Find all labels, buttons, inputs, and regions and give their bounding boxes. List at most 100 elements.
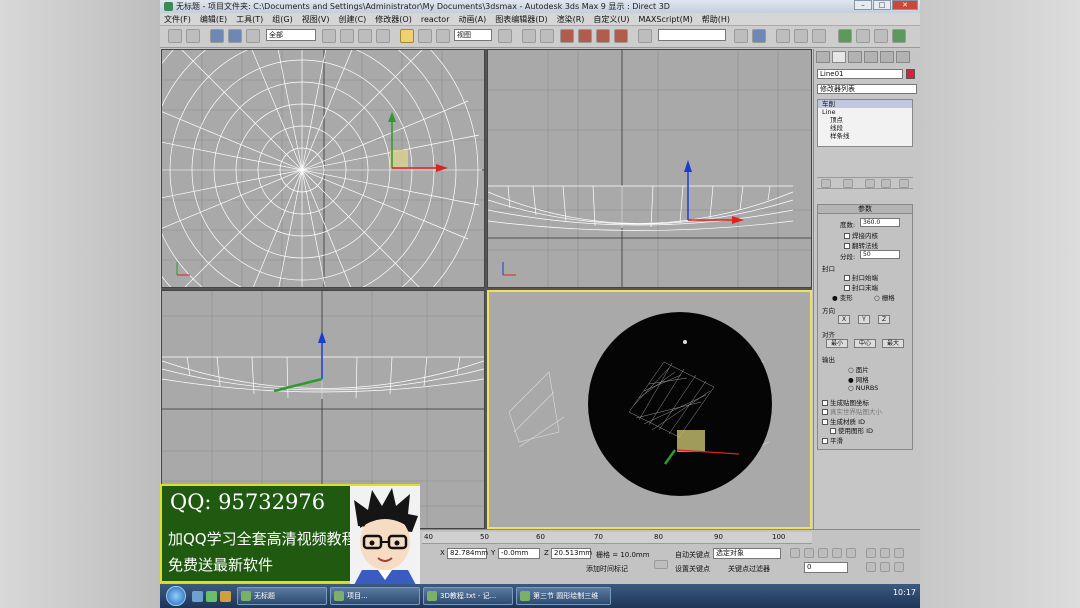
material-editor-icon[interactable] — [838, 29, 852, 43]
object-color-swatch[interactable] — [906, 69, 915, 79]
minimize-button[interactable]: – — [854, 0, 872, 10]
quicklaunch-ie-icon[interactable] — [192, 590, 203, 602]
layer-manager-icon[interactable] — [776, 29, 790, 43]
scale-icon[interactable] — [436, 29, 450, 43]
move-icon[interactable] — [400, 29, 414, 43]
cap-end-checkbox[interactable]: 封口末端 — [844, 282, 878, 292]
grid-radio[interactable]: ○ 栅格 — [874, 292, 895, 302]
quicklaunch-media-icon[interactable] — [206, 590, 217, 602]
remove-modifier-icon[interactable] — [881, 179, 891, 188]
key-filters-button[interactable]: 关键点过滤器 — [728, 564, 770, 574]
prev-frame-icon[interactable] — [804, 548, 814, 558]
menu-customize[interactable]: 自定义(U) — [593, 14, 629, 25]
mirror-icon[interactable] — [734, 29, 748, 43]
pivot-center-icon[interactable] — [498, 29, 512, 43]
modifier-list-dropdown[interactable]: 修改器列表 — [817, 84, 917, 94]
zoom-extents-icon[interactable] — [894, 548, 904, 558]
bind-space-warp-icon[interactable] — [246, 29, 260, 43]
menu-modifiers[interactable]: 修改器(O) — [375, 14, 412, 25]
menu-animation[interactable]: 动画(A) — [458, 14, 486, 25]
patch-radio[interactable]: ○ 面片 — [848, 364, 869, 374]
stack-item-segment[interactable]: 线段 — [818, 124, 912, 132]
direction-y-button[interactable]: Y — [858, 315, 870, 324]
spinner-snap-icon[interactable] — [614, 29, 628, 43]
orbit-icon[interactable] — [894, 562, 904, 572]
edit-named-selection-icon[interactable] — [638, 29, 652, 43]
create-tab-icon[interactable] — [816, 51, 830, 63]
viewport-top[interactable] — [161, 49, 485, 288]
current-frame-field[interactable]: 0 — [804, 562, 848, 573]
quicklaunch-folder-icon[interactable] — [220, 590, 231, 602]
hierarchy-tab-icon[interactable] — [848, 51, 862, 63]
use-shape-ids-checkbox[interactable]: 使用图形 ID — [830, 425, 873, 435]
show-end-result-icon[interactable] — [843, 179, 853, 188]
go-to-end-icon[interactable] — [846, 548, 856, 558]
rect-selection-icon[interactable] — [358, 29, 372, 43]
select-object-icon[interactable] — [322, 29, 336, 43]
smooth-checkbox[interactable]: 平滑 — [822, 435, 843, 445]
unlink-icon[interactable] — [228, 29, 242, 43]
keyboard-shortcut-icon[interactable] — [540, 29, 554, 43]
render-setup-icon[interactable] — [856, 29, 870, 43]
align-center-button[interactable]: 中心 — [854, 339, 876, 348]
align-max-button[interactable]: 最大 — [882, 339, 904, 348]
utilities-tab-icon[interactable] — [896, 51, 910, 63]
reference-coord-dropdown[interactable]: 视图 — [454, 29, 492, 41]
menu-file[interactable]: 文件(F) — [164, 14, 191, 25]
pan-icon[interactable] — [880, 562, 890, 572]
menu-rendering[interactable]: 渲染(R) — [557, 14, 585, 25]
play-icon[interactable] — [818, 548, 828, 558]
start-button[interactable] — [166, 586, 186, 606]
stack-item-spline[interactable]: 样条线 — [818, 132, 912, 140]
add-time-tag-label[interactable]: 添加时间标记 — [586, 564, 628, 574]
cap-start-checkbox[interactable]: 封口始端 — [844, 272, 878, 282]
select-by-name-icon[interactable] — [340, 29, 354, 43]
object-name-field[interactable]: Line01 — [817, 69, 903, 79]
modify-tab-icon[interactable] — [832, 51, 846, 63]
display-tab-icon[interactable] — [880, 51, 894, 63]
make-unique-icon[interactable] — [865, 179, 875, 188]
menu-views[interactable]: 视图(V) — [302, 14, 330, 25]
field-of-view-icon[interactable] — [866, 562, 876, 572]
key-icon[interactable] — [654, 560, 668, 569]
schematic-view-icon[interactable] — [812, 29, 826, 43]
render-teapot-icon[interactable] — [892, 29, 906, 43]
stack-item-lathe[interactable]: 车削 — [818, 100, 912, 108]
angle-snap-icon[interactable] — [578, 29, 592, 43]
stack-item-line[interactable]: Line — [818, 108, 912, 116]
menu-graph-editors[interactable]: 图表编辑器(D) — [495, 14, 547, 25]
morph-radio[interactable]: ● 变形 — [832, 292, 853, 302]
viewport-perspective[interactable] — [487, 290, 812, 529]
taskbar-item-max[interactable]: 无标题 — [237, 587, 327, 605]
curve-editor-icon[interactable] — [794, 29, 808, 43]
menu-group[interactable]: 组(G) — [272, 14, 292, 25]
select-manipulate-icon[interactable] — [522, 29, 536, 43]
menu-tools[interactable]: 工具(T) — [236, 14, 263, 25]
rotate-icon[interactable] — [418, 29, 432, 43]
zoom-all-icon[interactable] — [880, 548, 890, 558]
named-selection-dropdown[interactable] — [658, 29, 726, 41]
nurbs-radio[interactable]: ○ NURBS — [848, 384, 878, 392]
x-coord-field[interactable]: 82.784mm — [447, 548, 488, 559]
mesh-radio[interactable]: ● 网格 — [848, 374, 869, 384]
next-frame-icon[interactable] — [832, 548, 842, 558]
flip-normals-checkbox[interactable]: 翻转法线 — [844, 240, 878, 250]
degrees-spinner[interactable]: 360.0 — [860, 218, 900, 227]
align-icon[interactable] — [752, 29, 766, 43]
direction-x-button[interactable]: X — [838, 315, 850, 324]
link-icon[interactable] — [210, 29, 224, 43]
menu-create[interactable]: 创建(C) — [338, 14, 366, 25]
real-world-map-size-checkbox[interactable]: 真实世界贴图大小 — [822, 406, 882, 416]
menu-maxscript[interactable]: MAXScript(M) — [639, 15, 693, 24]
close-button[interactable]: ✕ — [892, 0, 918, 10]
undo-icon[interactable] — [168, 29, 182, 43]
selected-dropdown[interactable]: 选定对象 — [713, 548, 781, 559]
taskbar-item-lesson[interactable]: 第三节 圆形绘制三维 — [516, 587, 611, 605]
quick-render-icon[interactable] — [874, 29, 888, 43]
auto-key-button[interactable]: 自动关键点 — [675, 550, 710, 560]
segments-spinner[interactable]: 50 — [860, 250, 900, 259]
set-key-button[interactable]: 设置关键点 — [675, 564, 710, 574]
snaps-toggle-icon[interactable] — [560, 29, 574, 43]
redo-icon[interactable] — [186, 29, 200, 43]
time-ruler[interactable]: 40 50 60 70 80 90 100 — [422, 532, 812, 544]
